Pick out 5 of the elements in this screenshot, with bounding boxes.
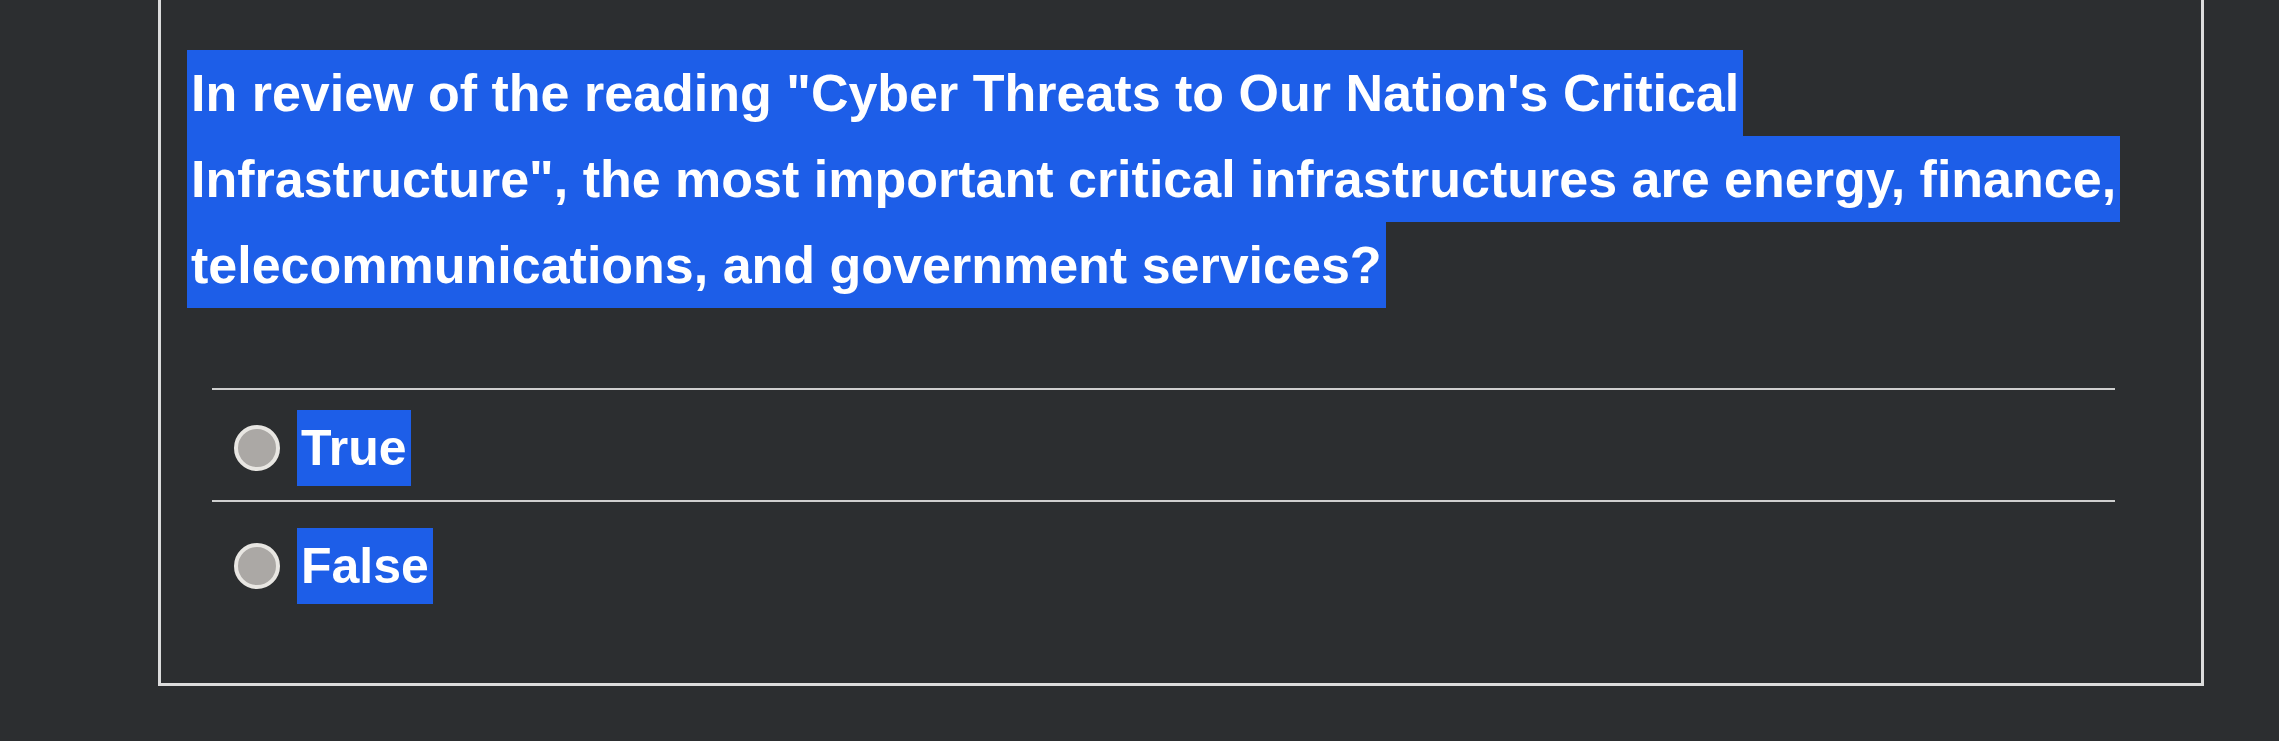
- question-text: In review of the reading "Cyber Threats to Our Nation's Critical Infrastructure", the most important critical infrastructures are energy, finance, telecommunications, and government services?: [187, 50, 2122, 308]
- radio-button[interactable]: [234, 425, 280, 471]
- option-label[interactable]: True: [297, 410, 411, 486]
- option-label[interactable]: False: [297, 528, 433, 604]
- radio-button[interactable]: [234, 543, 280, 589]
